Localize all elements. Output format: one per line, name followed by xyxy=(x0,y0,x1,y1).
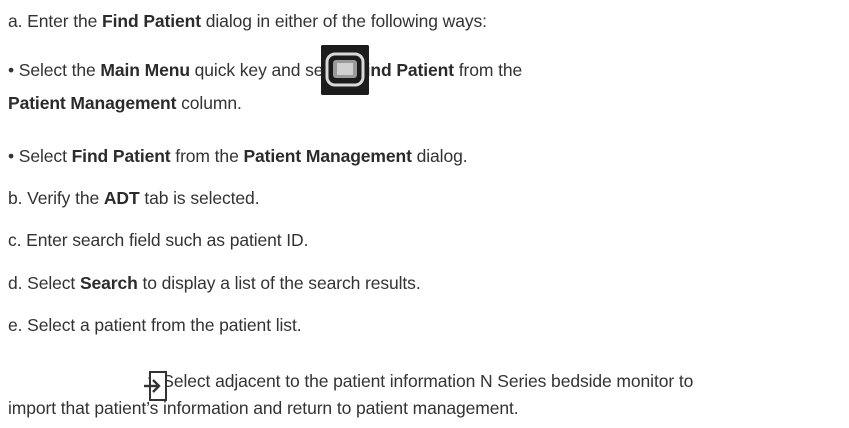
bullet-text: • Select xyxy=(8,146,72,166)
bullet-text: from the xyxy=(170,146,244,166)
step-f-line1: f. Select adjacent to the patient inform… xyxy=(148,370,693,392)
adt-term: ADT xyxy=(103,188,140,208)
patient-management-term: Patient Management xyxy=(243,146,412,166)
find-patient-term: Find Patient xyxy=(71,146,171,166)
bullet-main-menu: • Select the Main Menu quick key and sel… xyxy=(8,59,522,81)
step-f-line2: import that patient’s information and re… xyxy=(8,397,519,419)
find-patient-term: Find Patient xyxy=(102,11,201,31)
step-d-text: d. Select xyxy=(8,273,80,293)
find-patient-term: Find Patient xyxy=(355,60,454,80)
step-c: c. Enter search field such as patient ID… xyxy=(8,229,308,251)
step-f-text: f. Select adjacent to the patient inform… xyxy=(148,371,694,391)
bullet-main-menu-cont: Patient Management column. xyxy=(8,92,242,114)
step-e: e. Select a patient from the patient lis… xyxy=(8,314,302,336)
search-term: Search xyxy=(79,273,138,293)
patient-management-term: Patient Management xyxy=(8,93,177,113)
bullet-text: • Select the xyxy=(8,60,101,80)
bullet-text: from the xyxy=(453,60,523,80)
step-b: b. Verify the ADT tab is selected. xyxy=(8,187,260,209)
bullet-patient-management: • Select Find Patient from the Patient M… xyxy=(8,145,468,167)
step-d: d. Select Search to display a list of th… xyxy=(8,272,421,294)
step-a-text-end: dialog in either of the following ways: xyxy=(201,11,487,31)
step-b-text-end: tab is selected. xyxy=(139,188,260,208)
step-a-text: a. Enter the xyxy=(8,11,103,31)
step-b-text: b. Verify the xyxy=(8,188,104,208)
main-menu-key-icon xyxy=(321,45,369,95)
step-c-text: c. Enter search field such as patient ID… xyxy=(8,230,309,250)
main-menu-term: Main Menu xyxy=(100,60,190,80)
bullet-text: column. xyxy=(176,93,242,113)
import-patient-icon xyxy=(144,371,167,401)
bullet-text: dialog. xyxy=(411,146,468,166)
step-d-text-end: to display a list of the search results. xyxy=(137,273,421,293)
step-a: a. Enter the Find Patient dialog in eith… xyxy=(8,10,487,32)
step-e-text: e. Select a patient from the patient lis… xyxy=(8,315,302,335)
step-f-text: import that patient’s information and re… xyxy=(8,398,519,418)
